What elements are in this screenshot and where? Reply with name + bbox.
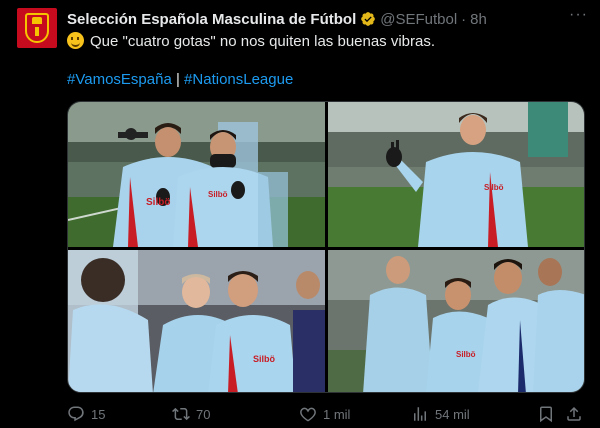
repost-button[interactable]: 70 [172,404,210,424]
views-button[interactable]: 54 mil [411,404,470,424]
hashtag-line: #VamosEspaña | #NationsLeague [67,70,293,90]
reply-button[interactable]: 15 [67,404,105,424]
sponsor-logo-1: Silbö [146,197,170,208]
reply-icon [68,406,84,422]
tweet-timestamp[interactable]: 8h [470,11,487,28]
views-count: 54 mil [435,406,470,422]
photo-3-image: Silbö [68,250,325,392]
separator-dot: · [461,10,467,28]
tweet-text: Que "cuatro gotas" no nos quiten las bue… [67,32,587,52]
repost-icon [172,407,190,421]
hashtag-separator: | [175,71,180,88]
views-chart-icon [414,407,426,421]
tweet-actions: 15 70 1 mil 54 mil [67,404,587,424]
photo-4[interactable]: Silbö [328,250,584,392]
sponsor-logo-3: Silbö [253,354,276,364]
photo-3[interactable]: Silbö [68,250,325,392]
photo-1[interactable]: Silbö Silbö [68,102,325,247]
bookmark-icon [540,406,552,423]
sponsor-logo-2: Silbö [484,183,504,192]
like-count: 1 mil [323,406,351,422]
photo-2[interactable]: Silbö [328,102,584,247]
share-icon [567,406,581,421]
tweet-body: Que "cuatro gotas" no nos quiten las bue… [90,33,436,50]
reply-count: 15 [91,406,106,422]
media-grid: Silbö Silbö Silbö Silbö Silbö [67,101,585,393]
sponsor-logo-4: Silbö [456,350,476,359]
more-options-icon[interactable]: ··· [569,6,588,24]
photo-1-image: Silbö Silbö [68,102,325,247]
grinning-face-emoji-icon [67,32,84,49]
hashtag-vamos-espana[interactable]: #VamosEspaña [67,71,172,88]
repost-count: 70 [196,406,211,422]
like-button[interactable]: 1 mil [299,404,350,424]
heart-icon [300,407,316,422]
tweet-header: Selección Española Masculina de Fútbol @… [67,9,590,29]
photo-2-image: Silbö [328,102,584,247]
avatar[interactable] [17,8,57,48]
bookmark-button[interactable] [537,404,561,424]
author-handle[interactable]: @SEFutbol [380,11,457,28]
author-name[interactable]: Selección Española Masculina de Fútbol [67,11,356,28]
photo-4-image: Silbö [328,250,584,392]
hashtag-nations-league[interactable]: #NationsLeague [184,71,293,88]
share-button[interactable] [565,404,589,424]
federation-crest-logo [25,13,49,43]
sponsor-logo-1b: Silbö [208,190,228,199]
verified-badge-icon [361,12,376,26]
